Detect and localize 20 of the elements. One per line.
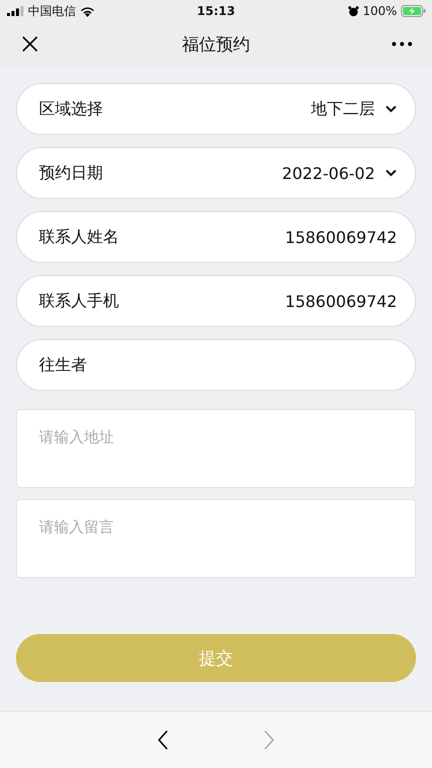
text-area[interactable]: 请输入地址 (16, 409, 416, 488)
select-field[interactable]: 预约日期 2022-06-02 (16, 147, 416, 199)
page-title: 福位预约 (182, 34, 250, 56)
close-icon[interactable] (22, 36, 38, 52)
signal-icon (7, 6, 24, 16)
battery-charging-icon (401, 5, 426, 17)
chevron-down-icon (385, 105, 397, 113)
input-field[interactable]: 往生者 (16, 339, 416, 391)
chevron-down-icon (385, 169, 397, 177)
select-field[interactable]: 区域选择 地下二层 (16, 83, 416, 135)
wifi-icon (80, 6, 95, 16)
input-field[interactable]: 联系人手机 15860069742 (16, 275, 416, 327)
text-area[interactable]: 请输入留言 (16, 499, 416, 578)
carrier-name: 中国电信 (28, 2, 76, 20)
alarm-clock-icon (348, 6, 359, 16)
back-icon[interactable] (157, 730, 169, 750)
status-time: 15:13 (196, 4, 236, 18)
input-field[interactable]: 联系人姓名 15860069742 (16, 211, 416, 263)
battery-percent: 100% (362, 4, 397, 18)
more-icon[interactable] (392, 42, 412, 46)
